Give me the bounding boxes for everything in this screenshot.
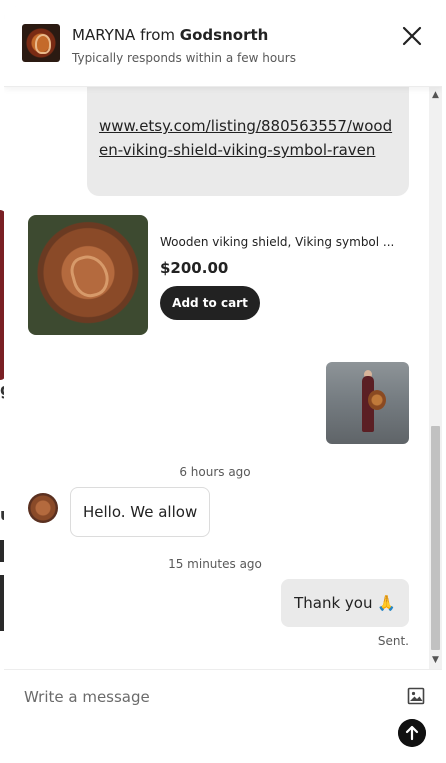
add-to-cart-button[interactable]: Add to cart xyxy=(160,286,260,320)
outgoing-message: Thank you 🙏 xyxy=(281,579,409,627)
listing-price: $200.00 xyxy=(160,259,229,277)
sent-photo[interactable] xyxy=(326,362,409,444)
message-status: Sent. xyxy=(377,634,409,648)
send-arrow-icon[interactable] xyxy=(398,719,426,747)
scroll-thumb[interactable] xyxy=(431,426,440,650)
scroll-down-icon[interactable]: ▼ xyxy=(431,655,440,665)
listing-title[interactable]: Wooden viking shield, Viking symbol ... xyxy=(160,235,404,249)
scrollbar[interactable]: ▲ ▼ xyxy=(429,86,442,669)
timestamp: 15 minutes ago xyxy=(168,557,262,571)
incoming-message: Hello. We allow xyxy=(70,487,211,537)
from-label: from xyxy=(140,26,176,44)
timestamp: 6 hours ago xyxy=(179,465,251,479)
message-list[interactable]: www.etsy.com/listing/880563557/wooden-vi… xyxy=(4,86,442,669)
image-icon[interactable] xyxy=(406,686,426,706)
chat-header: MARYNA from Godsnorth Typically responds… xyxy=(4,6,442,87)
listing-thumbnail[interactable] xyxy=(28,215,148,335)
shop-avatar xyxy=(22,24,60,62)
listing-link[interactable]: www.etsy.com/listing/880563557/wooden-vi… xyxy=(99,114,399,162)
message-input[interactable] xyxy=(22,684,396,710)
shop-name: Godsnorth xyxy=(179,26,269,44)
close-icon[interactable] xyxy=(400,24,424,48)
person-name: MARYNA xyxy=(72,26,136,44)
message-composer xyxy=(4,669,442,763)
sender-avatar xyxy=(28,493,58,523)
chat-title: MARYNA from Godsnorth xyxy=(72,26,268,44)
link-message-bubble: www.etsy.com/listing/880563557/wooden-vi… xyxy=(87,86,409,196)
response-time: Typically responds within a few hours xyxy=(72,51,296,65)
photo-shield xyxy=(368,390,386,410)
scroll-up-icon[interactable]: ▲ xyxy=(431,90,440,100)
chat-panel: MARYNA from Godsnorth Typically responds… xyxy=(4,6,442,763)
